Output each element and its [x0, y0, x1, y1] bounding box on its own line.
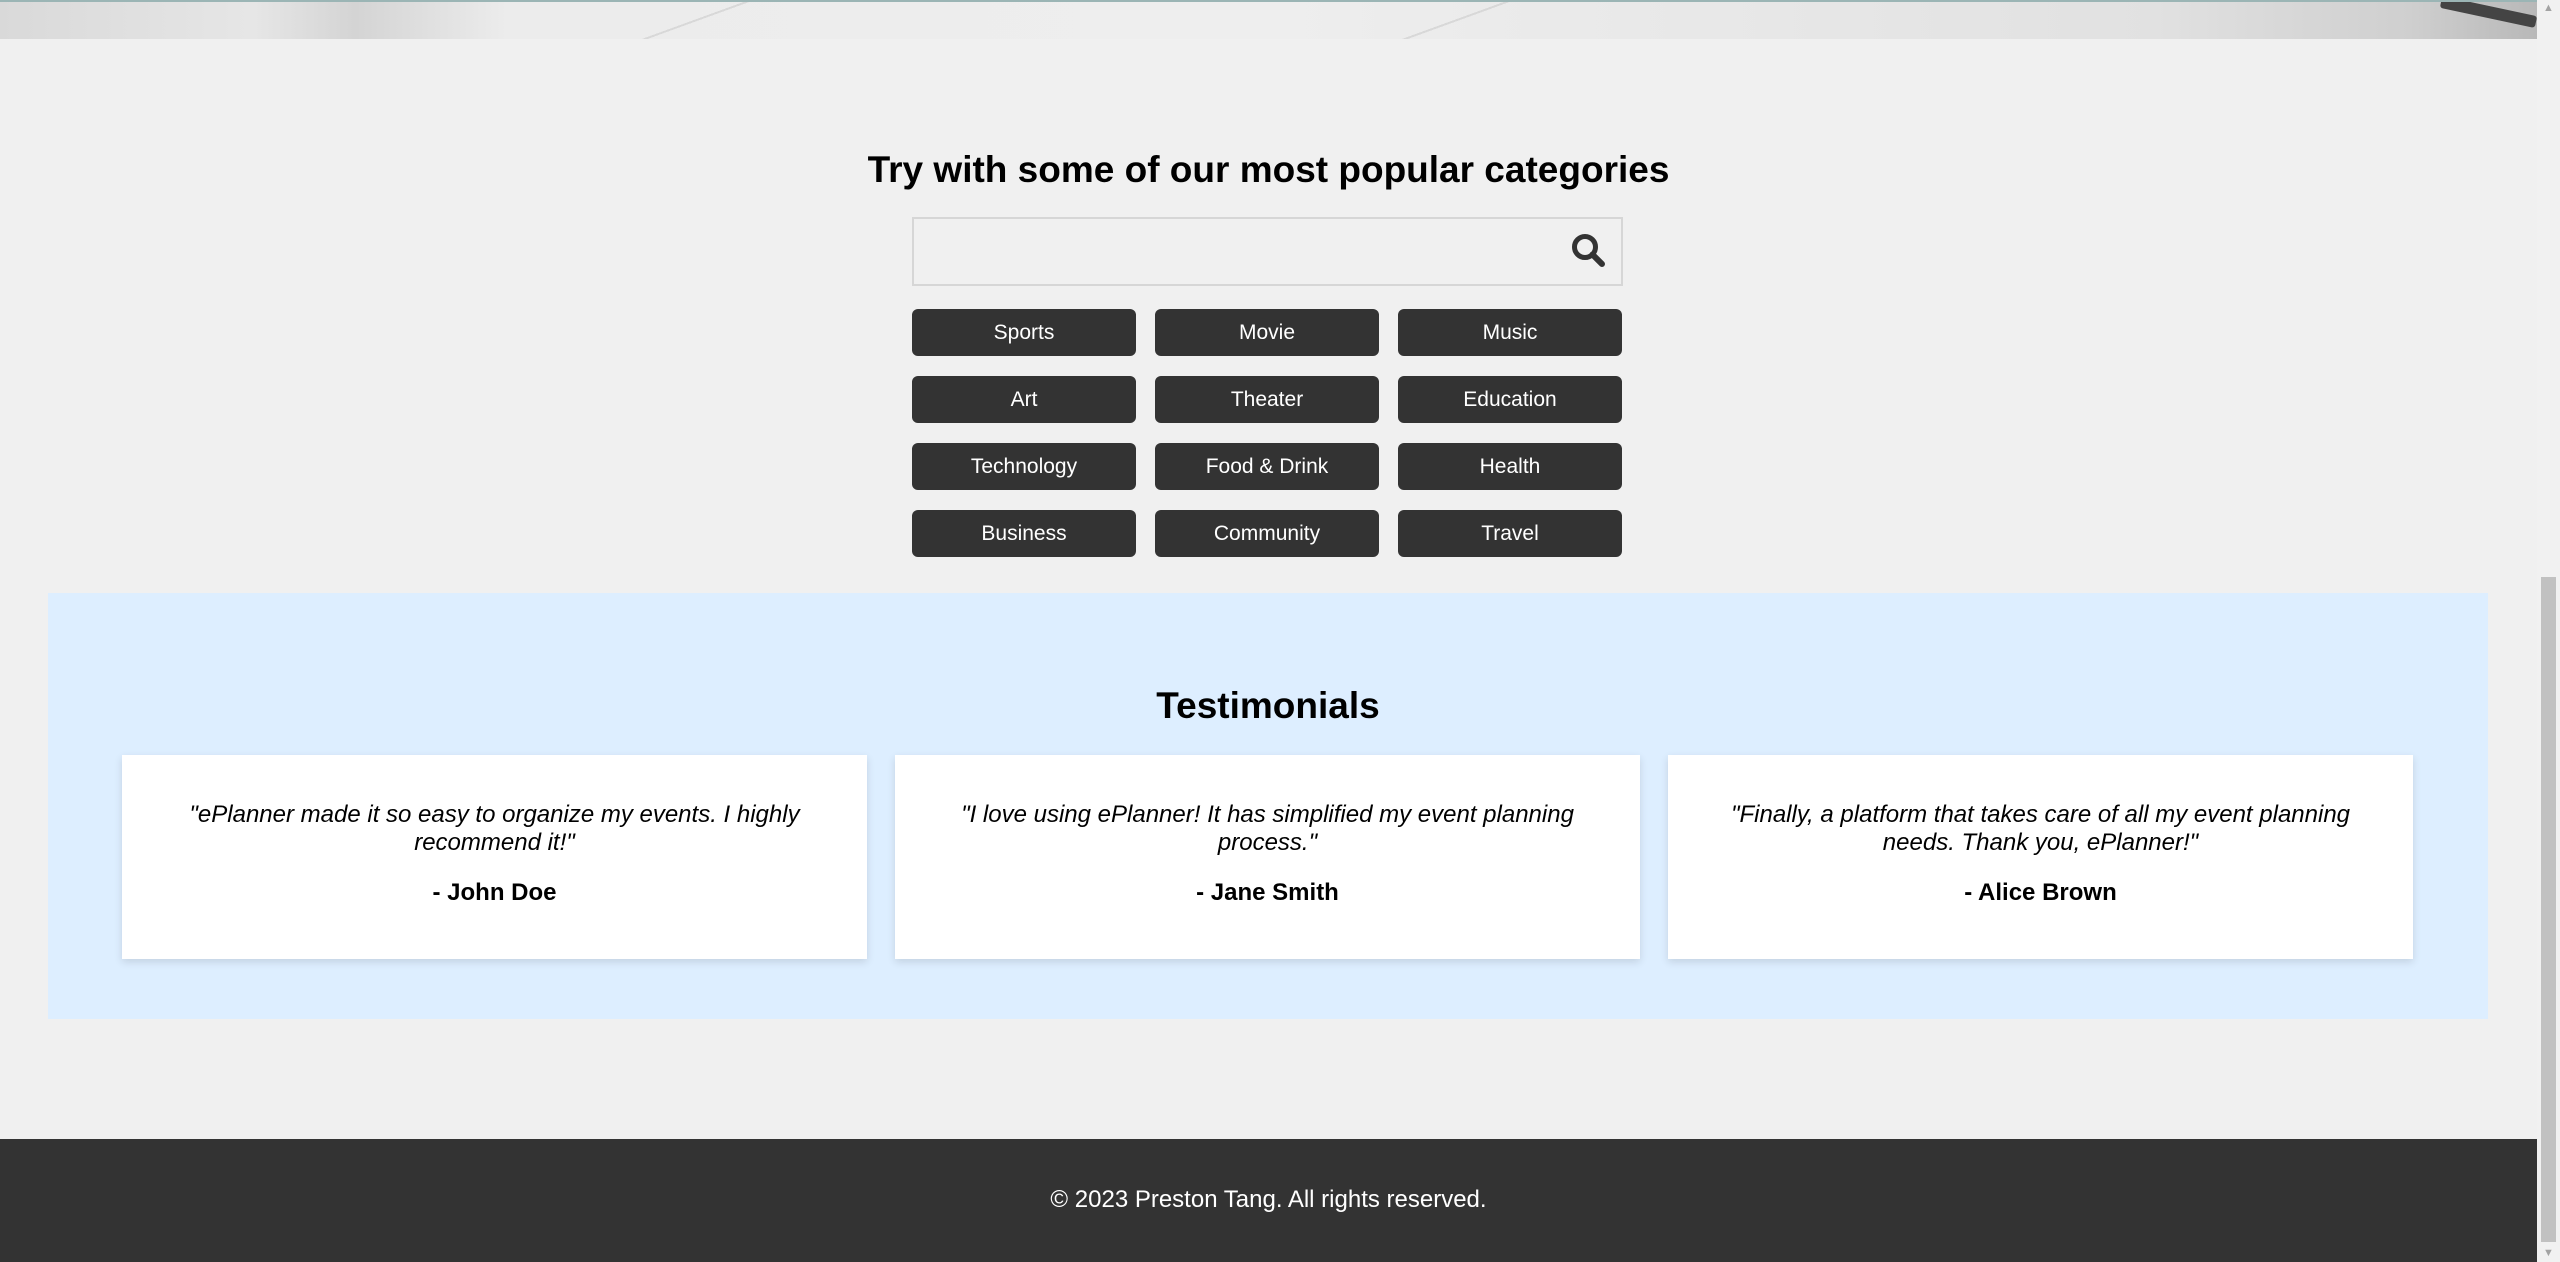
footer: © 2023 Preston Tang. All rights reserved…: [0, 1139, 2537, 1262]
testimonials-section: Testimonials "ePlanner made it so easy t…: [48, 593, 2488, 1019]
category-button-grid: Sports Movie Music Art Theater Education…: [912, 309, 1623, 557]
testimonial-quote: "Finally, a platform that takes care of …: [1730, 801, 2351, 856]
category-button-health[interactable]: Health: [1398, 443, 1622, 490]
category-button-community[interactable]: Community: [1155, 510, 1379, 557]
footer-copyright: © 2023 Preston Tang. All rights reserved…: [1050, 1186, 1487, 1213]
category-button-business[interactable]: Business: [912, 510, 1136, 557]
category-button-sports[interactable]: Sports: [912, 309, 1136, 356]
testimonial-card: "I love using ePlanner! It has simplifie…: [895, 755, 1640, 959]
categories-section: Try with some of our most popular catego…: [0, 39, 2537, 593]
testimonial-quote: "I love using ePlanner! It has simplifie…: [961, 801, 1574, 856]
category-button-travel[interactable]: Travel: [1398, 510, 1622, 557]
category-button-music[interactable]: Music: [1398, 309, 1622, 356]
category-button-art[interactable]: Art: [912, 376, 1136, 423]
category-button-theater[interactable]: Theater: [1155, 376, 1379, 423]
category-button-food-drink[interactable]: Food & Drink: [1155, 443, 1379, 490]
page-scrollbar[interactable]: ▲ ▼: [2537, 0, 2560, 1262]
testimonial-author: - Jane Smith: [1196, 879, 1339, 906]
testimonial-card: "ePlanner made it so easy to organize my…: [122, 755, 867, 959]
hero-banner-bottom-edge: [0, 0, 2537, 39]
category-button-education[interactable]: Education: [1398, 376, 1622, 423]
testimonial-cards: "ePlanner made it so easy to organize my…: [122, 755, 2414, 959]
testimonial-quote: "ePlanner made it so easy to organize my…: [189, 801, 800, 856]
categories-title: Try with some of our most popular catego…: [867, 149, 1670, 190]
page: Try with some of our most popular catego…: [0, 0, 2537, 1262]
scroll-up-arrow-icon[interactable]: ▲: [2537, 0, 2560, 17]
category-search-input[interactable]: [914, 219, 1554, 284]
category-button-technology[interactable]: Technology: [912, 443, 1136, 490]
category-search-box: [912, 217, 1623, 286]
testimonial-author: - John Doe: [432, 879, 557, 906]
testimonials-title: Testimonials: [1156, 685, 1380, 726]
scroll-down-arrow-icon[interactable]: ▼: [2537, 1245, 2560, 1262]
scrollbar-thumb[interactable]: [2541, 577, 2556, 1242]
search-icon: [1572, 234, 1605, 267]
testimonial-author: - Alice Brown: [1964, 879, 2117, 906]
category-button-movie[interactable]: Movie: [1155, 309, 1379, 356]
search-button[interactable]: [1567, 229, 1611, 273]
testimonial-card: "Finally, a platform that takes care of …: [1668, 755, 2413, 959]
